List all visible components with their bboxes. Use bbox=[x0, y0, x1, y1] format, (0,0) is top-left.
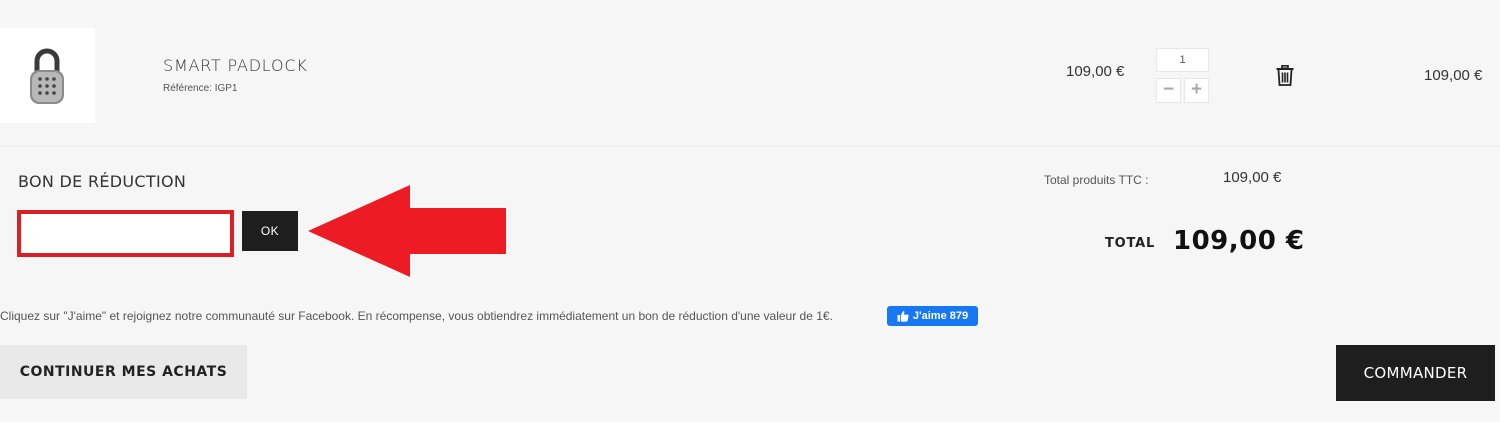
order-button[interactable]: COMMANDER bbox=[1336, 345, 1495, 401]
coupon-ok-button[interactable]: OK bbox=[242, 211, 298, 251]
facebook-like-label: J'aime 879 bbox=[912, 310, 969, 322]
thumbs-up-icon bbox=[897, 311, 909, 322]
coupon-input[interactable] bbox=[17, 210, 234, 257]
continue-shopping-button[interactable]: CONTINUER MES ACHATS bbox=[0, 345, 247, 399]
product-image[interactable] bbox=[0, 28, 95, 123]
quantity-increase-button[interactable]: + bbox=[1184, 78, 1209, 103]
unit-price: 109,00 € bbox=[1066, 63, 1125, 80]
line-total: 109,00 € bbox=[1424, 67, 1483, 84]
quantity-input[interactable]: 1 bbox=[1156, 48, 1209, 72]
facebook-note: Cliquez sur "J'aime" et rejoignez notre … bbox=[0, 309, 833, 323]
red-arrow-icon bbox=[308, 185, 506, 277]
products-total-value: 109,00 € bbox=[1223, 169, 1282, 186]
remove-item-button[interactable] bbox=[1276, 65, 1294, 91]
divider bbox=[0, 146, 1500, 147]
product-name[interactable]: SMART PADLOCK bbox=[163, 56, 308, 75]
facebook-like-button[interactable]: J'aime 879 bbox=[887, 306, 978, 326]
total-value: 109,00 € bbox=[1173, 226, 1305, 256]
quantity-decrease-button[interactable]: − bbox=[1156, 78, 1181, 103]
total-label: TOTAL bbox=[1105, 236, 1156, 251]
padlock-icon bbox=[30, 48, 64, 104]
trash-icon bbox=[1276, 65, 1294, 86]
coupon-title: BON DE RÉDUCTION bbox=[18, 172, 187, 191]
products-total-label: Total produits TTC : bbox=[1044, 173, 1149, 187]
product-reference: Référence: IGP1 bbox=[163, 83, 238, 94]
